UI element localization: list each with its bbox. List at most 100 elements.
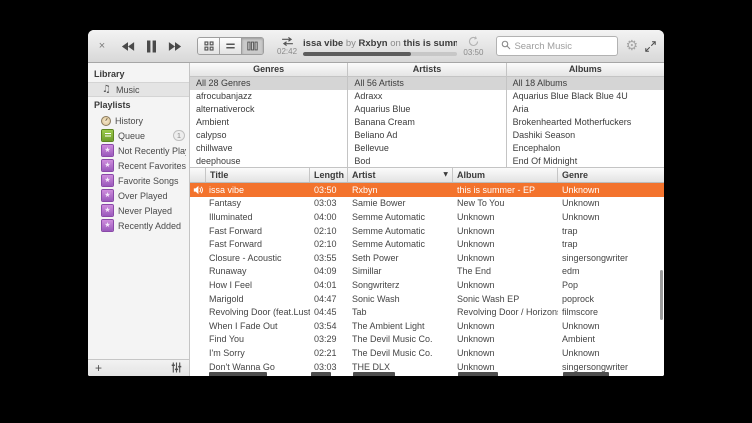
repeat-icon[interactable]	[468, 36, 479, 47]
track-title: Find You	[205, 334, 310, 344]
browser-item[interactable]: afrocubanjazz	[190, 90, 347, 103]
list-view-button[interactable]	[220, 38, 242, 54]
track-length: 03:54	[310, 321, 348, 331]
track-album: Unknown	[453, 226, 558, 236]
pause-button[interactable]	[146, 40, 157, 53]
track-length: 04:01	[310, 280, 348, 290]
track-row[interactable]: Fantasy 03:03 Samie Bower New To You Unk…	[190, 197, 664, 211]
browser-item[interactable]: Adraxx	[348, 90, 505, 103]
browser-item[interactable]: All 56 Artists	[348, 77, 505, 90]
track-genre: Unknown	[558, 348, 664, 358]
track-title: Illuminated	[205, 212, 310, 222]
browser-item[interactable]: Bellevue	[348, 142, 505, 155]
length-column-header[interactable]: Length	[310, 168, 348, 182]
previous-button[interactable]	[121, 41, 135, 52]
now-playing-speaker-icon	[190, 266, 205, 276]
sidebar-item[interactable]: Not Recently Played	[88, 143, 189, 158]
browser-item[interactable]: Ambient	[190, 116, 347, 129]
track-row[interactable]: Marigold 04:47 Sonic Wash Sonic Wash EP …	[190, 292, 664, 306]
track-row[interactable]: Find You 03:29 The Devil Music Co. Unkno…	[190, 333, 664, 347]
track-row[interactable]: Fast Forward 02:10 Semme Automatic Unkno…	[190, 237, 664, 251]
album-column-header[interactable]: Album	[453, 168, 558, 182]
genres-list: All 28 Genresafrocubanjazzalternativeroc…	[190, 77, 347, 168]
track-row[interactable]: How I Feel 04:01 Songwriterz Unknown Pop	[190, 278, 664, 292]
browser-item[interactable]: Aria	[507, 103, 664, 116]
track-row[interactable]: Runaway 04:09 Simillar The End edm	[190, 265, 664, 279]
track-title: Closure - Acoustic	[205, 253, 310, 263]
tracklist-rows: issa vibe 03:50 Rxbyn this is summer - E…	[190, 183, 664, 376]
now-playing-album: this is summer - EP	[403, 38, 457, 49]
track-album: Unknown	[453, 280, 558, 290]
now-playing-title: issa vibe	[303, 38, 343, 49]
artist-column-header[interactable]: Artist ▼	[348, 168, 453, 182]
browser-item[interactable]: Dashiki Season	[507, 129, 664, 142]
track-row[interactable]: Illuminated 04:00 Semme Automatic Unknow…	[190, 210, 664, 224]
browser-item[interactable]: All 28 Genres	[190, 77, 347, 90]
genre-column-header[interactable]: Genre	[558, 168, 664, 182]
track-row[interactable]: When I Fade Out 03:54 The Ambient Light …	[190, 319, 664, 333]
track-artist: Semme Automatic	[348, 212, 453, 222]
search-input[interactable]	[514, 41, 613, 52]
track-row[interactable]: issa vibe 03:50 Rxbyn this is summer - E…	[190, 183, 664, 197]
next-button[interactable]	[168, 41, 182, 52]
track-album: Unknown	[453, 348, 558, 358]
sidebar-item-label: Music	[116, 85, 140, 95]
equalizer-sliders-icon[interactable]	[171, 362, 182, 375]
sidebar-item-icon	[101, 144, 114, 157]
sidebar-item[interactable]: Recent Favorites	[88, 158, 189, 173]
fullscreen-expand-icon[interactable]	[645, 41, 656, 52]
search-field[interactable]	[496, 36, 618, 56]
now-playing-label: issa vibe by Rxbyn on this is summer - E…	[303, 38, 457, 49]
column-view-button[interactable]	[242, 38, 263, 54]
track-row[interactable]: Revolving Door (feat.Lusty Apricot 04:45…	[190, 305, 664, 319]
track-genre: Unknown	[558, 212, 664, 222]
shuffle-icon[interactable]	[281, 37, 294, 46]
browser-item[interactable]: chillwave	[190, 142, 347, 155]
now-playing-speaker-icon	[190, 239, 205, 249]
playback-info-area: 02:42 issa vibe by Rxbyn on this is summ…	[271, 36, 489, 57]
track-row[interactable]: Fast Forward 02:10 Semme Automatic Unkno…	[190, 224, 664, 238]
sidebar-scroll: Library Music Playlists History Queue 1 …	[88, 63, 189, 359]
title-column-header[interactable]: Title	[205, 168, 310, 182]
track-title: When I Fade Out	[205, 321, 310, 331]
toolbar: ×	[88, 30, 664, 63]
track-row[interactable]: Closure - Acoustic 03:55 Seth Power Unkn…	[190, 251, 664, 265]
track-length: 03:03	[310, 198, 348, 208]
sidebar-item[interactable]: Favorite Songs	[88, 173, 189, 188]
sidebar-item-label: Favorite Songs	[118, 176, 179, 186]
browser-item[interactable]: Beliano Ad	[348, 129, 505, 142]
sidebar-item-label: Over Played	[118, 191, 168, 201]
track-row[interactable]: I'm Sorry 02:21 The Devil Music Co. Unkn…	[190, 346, 664, 360]
browser-item[interactable]: Aquarius Blue Black Blue 4U	[507, 90, 664, 103]
sidebar-item[interactable]: Never Played	[88, 203, 189, 218]
window-close-button[interactable]: ×	[96, 40, 108, 52]
browser-item[interactable]: Banana Cream	[348, 116, 505, 129]
track-length: 04:47	[310, 294, 348, 304]
genres-column-header: Genres	[190, 63, 347, 77]
albums-list: All 18 AlbumsAquarius Blue Black Blue 4U…	[507, 77, 664, 168]
grid-view-button[interactable]	[198, 38, 220, 54]
settings-gear-icon[interactable]: ⚙	[625, 39, 638, 53]
tracklist-scrollbar-thumb[interactable]	[660, 270, 663, 320]
sidebar-item-icon	[101, 129, 114, 142]
sidebar-item[interactable]: Recently Added	[88, 218, 189, 233]
track-genre: Ambient	[558, 334, 664, 344]
track-artist: Tab	[348, 307, 453, 317]
tracklist-header: Title Length Artist ▼ Album Genre	[190, 167, 664, 183]
track-genre: trap	[558, 239, 664, 249]
sidebar-item[interactable]: Music	[88, 82, 189, 97]
browser-item[interactable]: Aquarius Blue	[348, 103, 505, 116]
track-artist: Samie Bower	[348, 198, 453, 208]
sidebar-item[interactable]: Over Played	[88, 188, 189, 203]
seek-bar[interactable]	[303, 52, 457, 56]
browser-item[interactable]: alternativerock	[190, 103, 347, 116]
browser-item[interactable]: Encephalon	[507, 142, 664, 155]
sidebar-item[interactable]: History	[88, 113, 189, 128]
browser-item[interactable]: All 18 Albums	[507, 77, 664, 90]
browser-item[interactable]: Brokenhearted Motherfuckers	[507, 116, 664, 129]
add-playlist-button[interactable]: +	[95, 362, 102, 374]
track-album: Unknown	[453, 212, 558, 222]
sidebar-item-label: Never Played	[118, 206, 172, 216]
browser-item[interactable]: calypso	[190, 129, 347, 142]
sidebar-item[interactable]: Queue 1	[88, 128, 189, 143]
